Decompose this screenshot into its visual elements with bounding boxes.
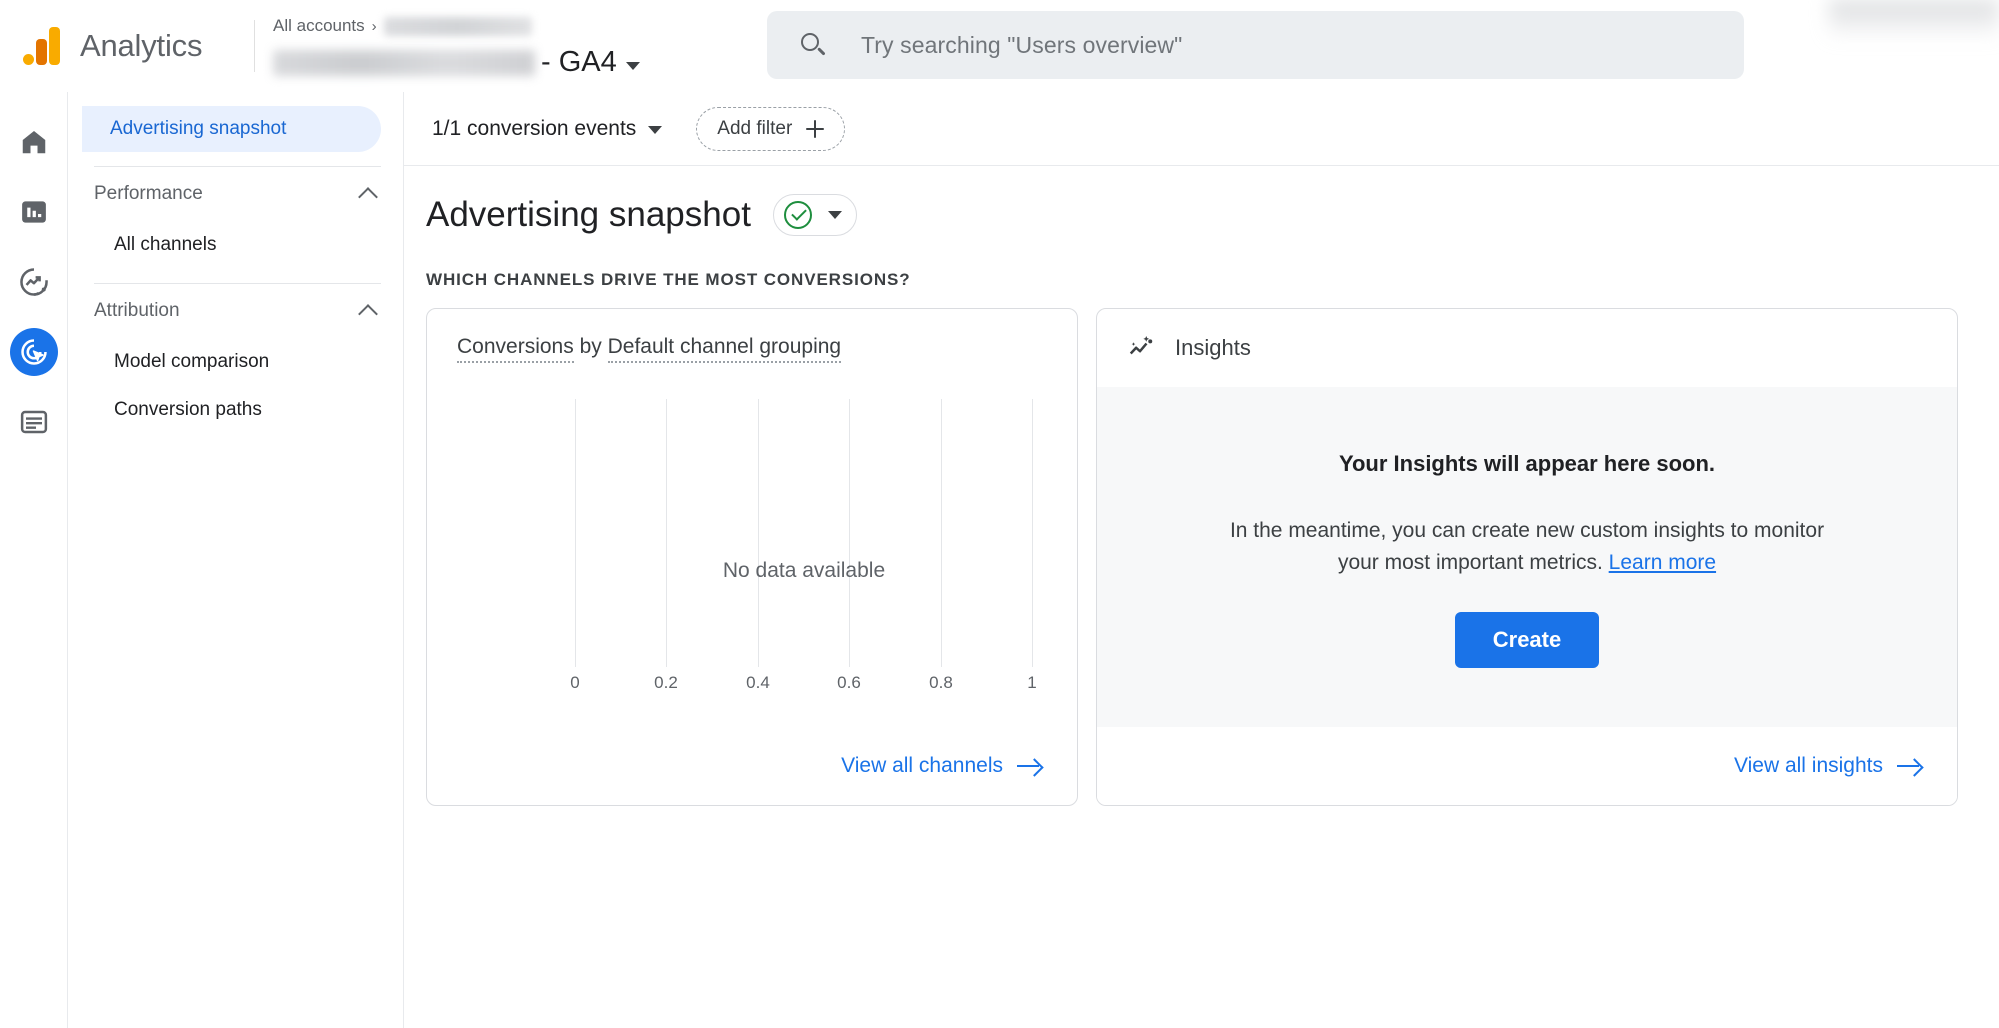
search-input[interactable]: Try searching "Users overview" — [767, 11, 1744, 79]
main-content: 1/1 conversion events Add filter Adverti… — [404, 92, 1999, 1028]
sidebar-item-label: All channels — [114, 234, 217, 255]
redacted-property-name — [273, 49, 535, 76]
chevron-up-icon[interactable] — [358, 186, 378, 207]
x-axis-tick: 0.4 — [746, 673, 770, 692]
arrow-right-icon — [1897, 758, 1923, 774]
create-insight-button[interactable]: Create — [1454, 612, 1600, 668]
sidebar-item-label: Model comparison — [114, 351, 270, 372]
sidebar-item-all-channels[interactable]: All channels — [68, 221, 403, 269]
report-toolbar: 1/1 conversion events Add filter — [404, 92, 1999, 166]
add-filter-button[interactable]: Add filter — [696, 106, 846, 151]
page-header: Advertising snapshot — [404, 166, 1999, 236]
insights-sparkline-icon — [1129, 336, 1153, 355]
plus-icon — [806, 119, 825, 138]
card-footer: View all channels — [427, 727, 1077, 805]
property-suffix: - GA4 — [541, 46, 617, 78]
rail-item-home[interactable] — [10, 118, 58, 166]
status-badge[interactable] — [772, 194, 857, 236]
icon-rail — [0, 92, 68, 1028]
insights-heading: Your Insights will appear here soon. — [1338, 451, 1716, 476]
brand-block[interactable]: Analytics — [0, 25, 250, 67]
page-title: Advertising snapshot — [426, 195, 751, 234]
account-selector[interactable]: All accounts › - GA4 — [273, 6, 743, 86]
insights-header: Insights — [1097, 309, 1957, 387]
header-divider — [254, 20, 255, 72]
sidebar-item-label: Conversion paths — [114, 399, 262, 420]
insights-body: Your Insights will appear here soon. In … — [1097, 387, 1957, 727]
link-label: View all insights — [1733, 754, 1883, 777]
insights-description-text: In the meantime, you can create new cust… — [1229, 519, 1825, 574]
rail-item-reports[interactable] — [10, 188, 58, 236]
x-axis-tick: 0.2 — [654, 673, 678, 692]
sidebar: Advertising snapshot Performance All cha… — [68, 92, 404, 1028]
x-axis-tick: 0.6 — [837, 673, 861, 692]
conversions-by-channel-card: Conversions by Default channel grouping … — [426, 308, 1078, 806]
view-all-insights-link[interactable]: View all insights — [1734, 754, 1923, 778]
add-filter-label: Add filter — [717, 117, 793, 139]
sidebar-item-advertising-snapshot[interactable]: Advertising snapshot — [82, 106, 381, 152]
cards-row: Conversions by Default channel grouping … — [404, 290, 1999, 806]
sidebar-item-model-comparison[interactable]: Model comparison — [68, 338, 403, 386]
learn-more-link[interactable]: Learn more — [1609, 551, 1716, 574]
conversion-events-label: 1/1 conversion events — [432, 116, 637, 140]
property-row[interactable]: - GA4 — [273, 46, 640, 79]
list-lines-icon — [20, 410, 47, 434]
check-circle-icon — [783, 201, 812, 229]
sidebar-group-label: Attribution — [94, 300, 180, 321]
caret-down-icon[interactable] — [827, 211, 842, 219]
x-axis-tick: 0.8 — [929, 673, 953, 692]
sidebar-group-attribution[interactable]: Attribution — [94, 284, 381, 338]
explore-trend-icon — [19, 268, 48, 296]
rail-item-configure[interactable] — [10, 398, 58, 446]
conversion-events-selector[interactable]: 1/1 conversion events — [426, 109, 668, 149]
breadcrumb[interactable]: All accounts › — [273, 16, 532, 36]
card-title-metric[interactable]: Conversions — [457, 335, 574, 363]
search-icon — [799, 31, 827, 59]
insights-footer: View all insights — [1097, 727, 1957, 805]
bar-chart-icon — [21, 201, 46, 223]
sidebar-group-label: Performance — [94, 183, 203, 204]
rail-item-advertising[interactable] — [9, 328, 58, 376]
caret-down-icon — [648, 126, 663, 134]
view-all-channels-link[interactable]: View all channels — [841, 754, 1043, 778]
brand-name: Analytics — [80, 28, 203, 63]
chevron-up-icon[interactable] — [358, 303, 378, 324]
redacted-account-name — [383, 16, 532, 36]
rail-item-explore[interactable] — [10, 258, 58, 306]
breadcrumb-all-accounts[interactable]: All accounts — [273, 16, 365, 36]
sidebar-item-label: Advertising snapshot — [110, 118, 287, 139]
link-label: View all channels — [841, 754, 1003, 777]
search-placeholder: Try searching "Users overview" — [861, 31, 1183, 58]
card-title-middle: by — [573, 335, 608, 358]
insights-title: Insights — [1175, 335, 1251, 360]
arrow-right-icon — [1017, 758, 1043, 774]
sidebar-item-conversion-paths[interactable]: Conversion paths — [68, 386, 403, 434]
home-icon — [22, 131, 45, 154]
sidebar-group-performance[interactable]: Performance — [94, 167, 381, 221]
insights-description: In the meantime, you can create new cust… — [1207, 515, 1847, 578]
x-axis-tick: 0 — [570, 673, 580, 692]
x-axis-tick: 1 — [1027, 673, 1037, 692]
chart-plot-area: No data available 0 0.2 0.4 0.6 0.8 1 — [570, 399, 1037, 692]
caret-down-icon[interactable] — [625, 61, 640, 70]
conversions-chart: No data available 0 0.2 0.4 0.6 0.8 1 — [427, 399, 1077, 699]
top-bar: Analytics All accounts › - GA4 Try searc… — [0, 0, 1999, 92]
breadcrumb-separator-icon: › — [371, 17, 377, 35]
advertising-target-cursor-icon — [20, 339, 47, 365]
header-shadow-artifact — [1829, 0, 1999, 40]
section-heading: WHICH CHANNELS DRIVE THE MOST CONVERSION… — [426, 270, 911, 289]
google-analytics-logo — [22, 25, 64, 67]
insights-card: Insights Your Insights will appear here … — [1096, 308, 1958, 806]
card-title: Conversions by Default channel grouping — [427, 309, 1077, 363]
chart-empty-message: No data available — [722, 559, 886, 582]
card-title-dimension[interactable]: Default channel grouping — [607, 335, 842, 363]
